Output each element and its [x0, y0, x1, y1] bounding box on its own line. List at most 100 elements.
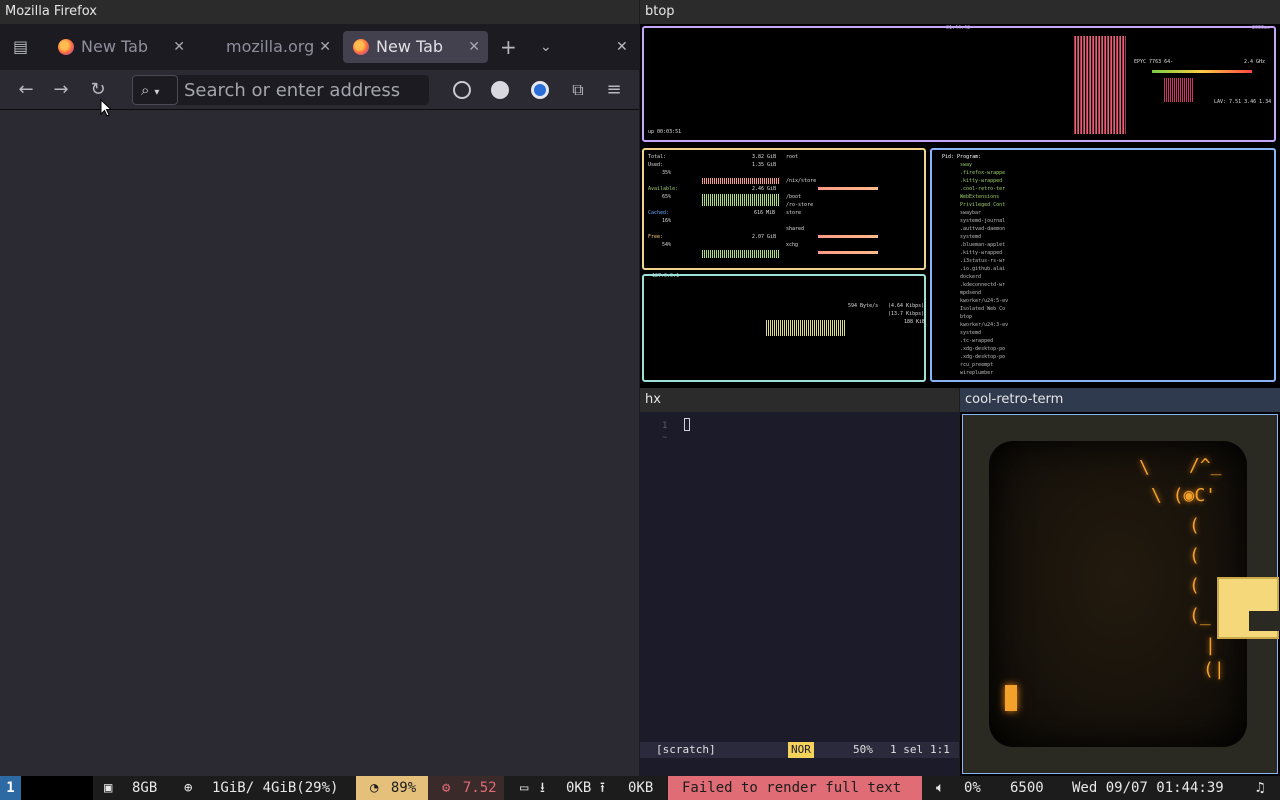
firefox-view-icon[interactable]: ▤ [13, 24, 28, 70]
color-temperature: 6500 [1010, 780, 1044, 796]
vim-extension-icon[interactable] [491, 81, 509, 99]
ascii-art-glyph: ( [1189, 515, 1200, 536]
close-tab-icon[interactable]: ✕ [468, 31, 480, 63]
nav-bar: ← → ↻ ⌕▾ ⧉ ≡ [0, 70, 639, 110]
proc-row[interactable]: Privileged Cont [960, 201, 1005, 209]
url-bar[interactable]: ⌕ ▾ [132, 75, 429, 105]
proc-row[interactable]: .i3status-rs-wr [960, 257, 1005, 265]
disk-xchg: xchg [786, 242, 799, 248]
proc-row[interactable]: systemd-journal [960, 217, 1005, 225]
mem-available-label: Available: [648, 186, 679, 192]
proc-row[interactable]: WebExtensions [960, 193, 999, 201]
btop-title: btop [640, 0, 1280, 24]
ascii-art-glyph: /^_ [1189, 455, 1222, 476]
disk-icon: ▣ [104, 780, 113, 796]
hamburger-menu-icon[interactable]: ≡ [602, 78, 626, 102]
proc-row[interactable]: .kitty-wrapped [960, 249, 1002, 257]
proc-row[interactable]: .xdg-desktop-po [960, 345, 1005, 353]
cpu-gauge-icon: ◔ [370, 780, 379, 796]
close-window-icon[interactable]: ✕ [616, 24, 628, 70]
proc-row[interactable]: .cool-retro-ter [960, 185, 1005, 193]
firefox-window: Mozilla Firefox ▤ New Tab ✕ mozilla.org … [0, 0, 639, 776]
load-segment: ⚙ 7.52 [428, 776, 504, 800]
close-tab-icon[interactable]: ✕ [319, 31, 331, 63]
proc-row[interactable]: Isolated Web Co [960, 305, 1005, 313]
download-arrow-icon: ⭳ [540, 780, 545, 796]
upload-arrow-icon: ⭱ [600, 780, 605, 796]
memory-icon: ⊕ [184, 780, 193, 796]
proc-row[interactable]: .io.github.alai [960, 265, 1005, 273]
proc-row[interactable]: kworker/u24:5-ev [960, 297, 1008, 305]
proc-row[interactable]: .tc-wrapped [960, 337, 993, 345]
network-icon: ▭ [520, 780, 529, 796]
mem-cached: 616 MiB [754, 210, 776, 216]
ascii-art-glyph: (| [1203, 659, 1225, 680]
proc-row[interactable]: mpdsend [960, 289, 981, 297]
mem-cached-pct: 16% [662, 218, 672, 224]
hx-window: hx 1 ~ [scratch] NOR 50% 1 sel 1:1 [640, 388, 959, 776]
crt-title: cool-retro-term [960, 388, 1280, 412]
proc-row[interactable]: .kitty-wrapped [960, 177, 1002, 185]
forward-arrow-icon[interactable]: → [49, 78, 73, 102]
cpu-name: EPYC 7763 64- [1134, 59, 1174, 65]
proc-row[interactable]: btop [960, 313, 972, 321]
proc-row[interactable]: .xdg-desktop-po [960, 353, 1005, 361]
scroll-percent: 50% [853, 743, 873, 756]
net-up: 0KB [628, 780, 654, 796]
tab-mozilla-org[interactable]: mozilla.org ✕ [194, 31, 339, 63]
proc-row[interactable]: dockerd [960, 273, 981, 281]
mem-box: Total: 3.82 GiB Used: 1.35 GiB 35% Avail… [642, 148, 926, 270]
proc-row[interactable]: rcu_preempt [960, 361, 993, 369]
proc-row[interactable]: systemd [960, 233, 981, 241]
core-graph [1164, 78, 1194, 102]
workspace-button[interactable]: 1 [0, 776, 21, 800]
disk-ro-store: /ro-store [786, 202, 814, 208]
cpu-graph [1074, 36, 1126, 134]
notification-bell-icon[interactable]: ♫ [1256, 776, 1264, 800]
cpu-usage: 89% [390, 780, 417, 796]
back-arrow-icon[interactable]: ← [14, 78, 38, 102]
search-engine-selector[interactable]: ⌕ ▾ [132, 75, 178, 105]
tab-strip: ▤ New Tab ✕ mozilla.org ✕ New Tab ✕ + ⌄ … [0, 24, 639, 70]
mem-free: 2.07 GiB [752, 234, 777, 240]
proc-row[interactable]: .firefox-wrappe [960, 169, 1005, 177]
disk-usage-bar [818, 251, 878, 254]
proc-row[interactable]: sway [960, 161, 972, 169]
tab-label: mozilla.org [226, 37, 315, 56]
proc-header: Pid: Program: [942, 154, 982, 160]
tab-new-tab-1[interactable]: New Tab ✕ [48, 31, 193, 63]
mouse-cursor-icon [100, 99, 112, 117]
close-tab-icon[interactable]: ✕ [173, 31, 185, 63]
firefox-logo-icon [58, 39, 74, 55]
mode-indicator: NOR [788, 742, 814, 758]
proc-row[interactable]: wireplumber [960, 369, 993, 377]
update-interval: 2000ms [1251, 25, 1270, 31]
mem-free-pct: 54% [662, 242, 672, 248]
volume-level[interactable]: 0% [964, 776, 981, 800]
proc-row[interactable]: systemd [960, 329, 981, 337]
line-gutter: 1 ~ [662, 420, 667, 444]
net-down: 0KB [566, 780, 592, 796]
proc-row[interactable]: .kdeconnectd-wr [960, 281, 1005, 289]
bar-spacer [21, 776, 93, 800]
account-icon[interactable] [453, 81, 471, 99]
crt-screen: \ /^_ \ (◉C' ( ( ( (_ | (| [989, 441, 1247, 747]
text-cursor[interactable] [684, 418, 690, 431]
volume-icon[interactable]: 🔈︎ [936, 776, 944, 800]
proc-row[interactable]: .blueman-applet [960, 241, 1005, 249]
proc-row[interactable]: .auttvad-daemon [960, 225, 1005, 233]
tab-new-tab-active[interactable]: New Tab ✕ [343, 31, 488, 63]
mem-used-pct: 35% [662, 170, 672, 176]
cpu-box: 01:44:42 2000ms EPYC 7763 64- 2.4 GHz LA… [642, 25, 1276, 142]
proc-row[interactable]: swaybar [960, 209, 981, 217]
line-number: 1 [662, 421, 668, 431]
new-tab-plus-icon[interactable]: + [500, 24, 517, 70]
extensions-puzzle-icon[interactable]: ⧉ [566, 78, 590, 102]
proc-row[interactable]: kworker/u24:3-ev [960, 321, 1008, 329]
ascii-art-glyph: (_ [1189, 605, 1211, 626]
url-input[interactable] [184, 78, 424, 102]
net-graph [766, 320, 846, 336]
list-tabs-chevron-icon[interactable]: ⌄ [540, 24, 552, 70]
ublock-extension-icon[interactable] [531, 81, 549, 99]
net-up-kbps: (4.64 Kibps) [888, 303, 925, 309]
